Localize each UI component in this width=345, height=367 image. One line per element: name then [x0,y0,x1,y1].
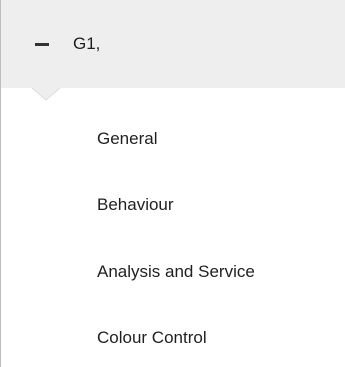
menu-item-colour-control[interactable]: Colour Control [1,311,345,367]
settings-panel: G1, General Behaviour Analysis and Servi… [0,0,345,367]
menu-item-label: General [97,129,158,148]
group-title: G1, [73,34,101,53]
menu-item-general[interactable]: General [1,112,345,168]
menu-item-label: Colour Control [97,328,207,347]
menu-item-behaviour[interactable]: Behaviour [1,178,345,234]
menu-item-label: Analysis and Service [97,262,255,281]
menu-item-label: Behaviour [97,195,174,214]
menu-item-analysis-and-service[interactable]: Analysis and Service [1,245,345,301]
group-header[interactable]: G1, [1,0,345,88]
collapse-minus-icon[interactable] [35,43,49,46]
